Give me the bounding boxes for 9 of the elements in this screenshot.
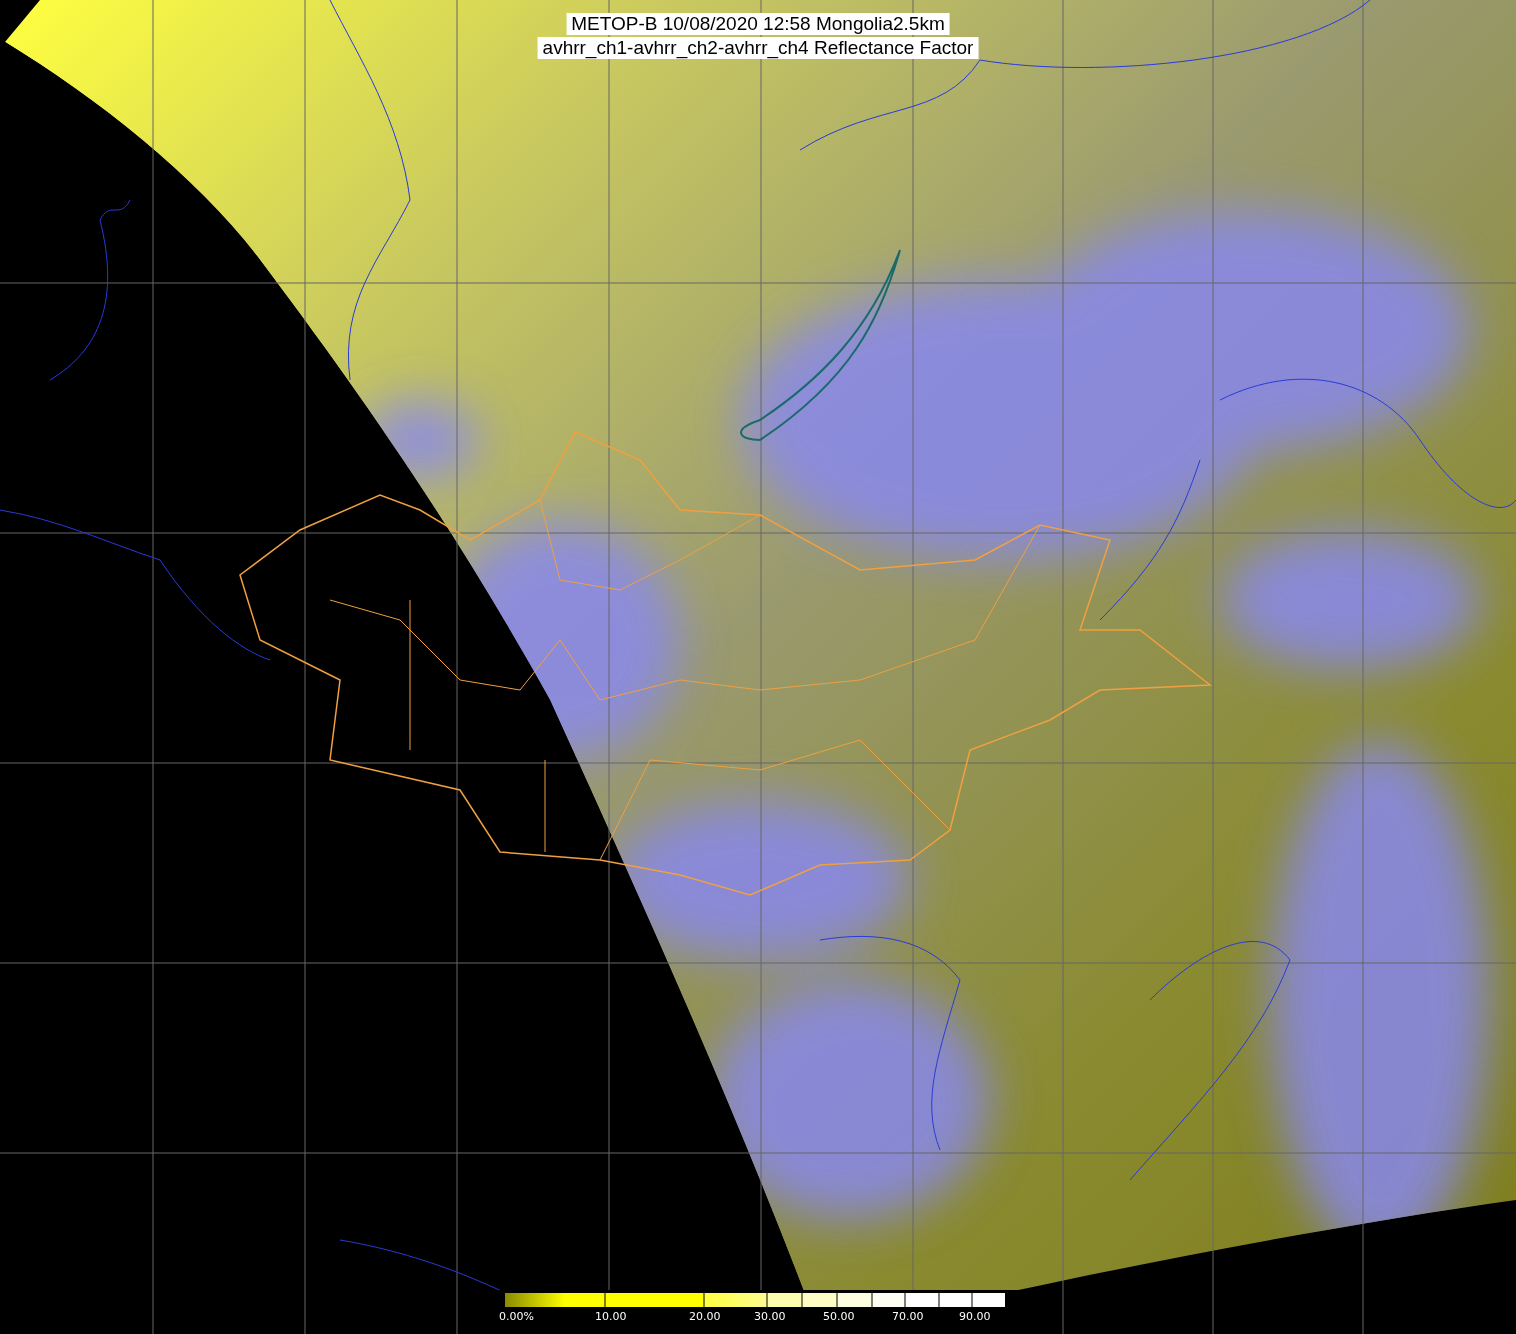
scale-label: 20.00 xyxy=(689,1310,721,1323)
scale-label: 10.00 xyxy=(595,1310,627,1323)
title-text: avhrr_ch1-avhrr_ch2-avhrr_ch4 Reflectance Factor xyxy=(537,37,979,59)
scale-label: 90.00 xyxy=(959,1310,991,1323)
scale-label: 50.00 xyxy=(823,1310,855,1323)
title-text: METOP-B 10/08/2020 12:58 Mongolia2.5km xyxy=(566,13,950,35)
scale-label: 30.00 xyxy=(754,1310,786,1323)
scale-label: 0.00% xyxy=(499,1310,534,1323)
scale-label: 70.00 xyxy=(892,1310,924,1323)
